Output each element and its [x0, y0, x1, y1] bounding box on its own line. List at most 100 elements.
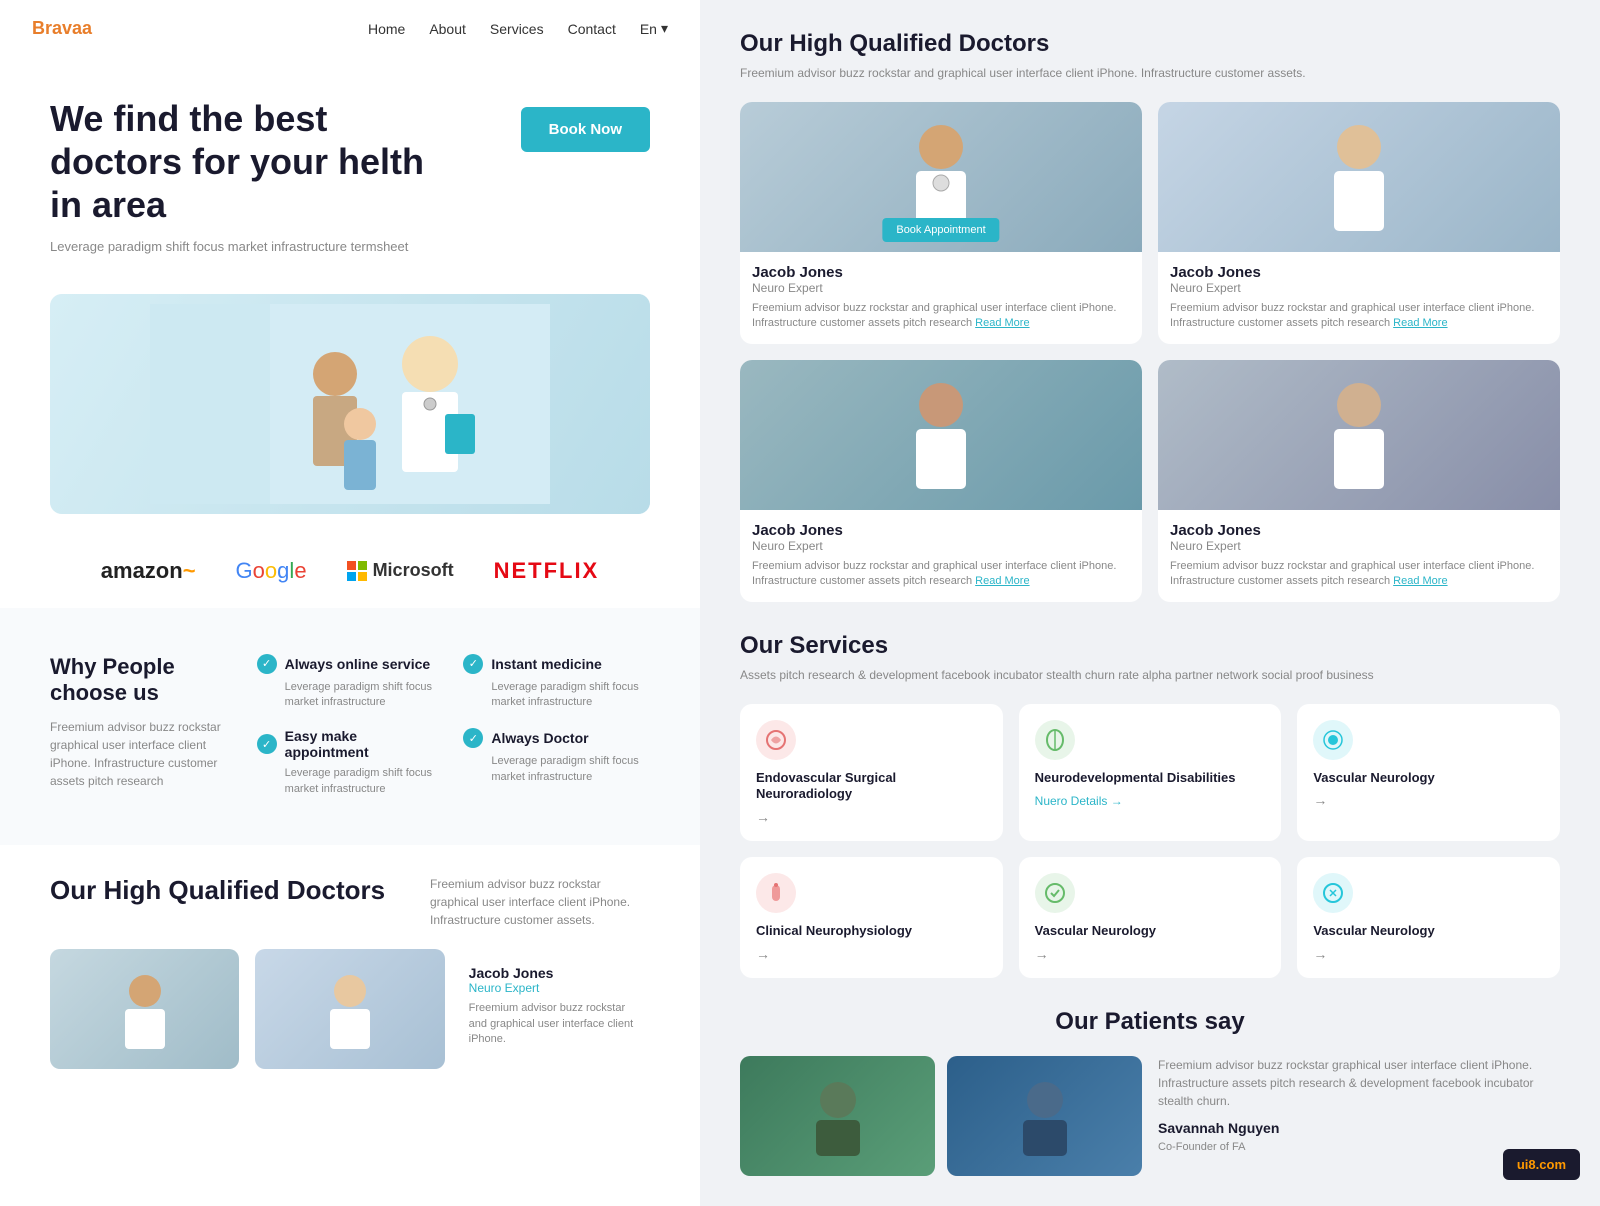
watermark-suffix: .com: [1536, 1157, 1566, 1172]
logo-text-start: Bra: [32, 18, 62, 38]
why-item-desc-2: Leverage paradigm shift focus market inf…: [463, 680, 650, 711]
service-name-1: Endovascular Surgical Neuroradiology: [756, 770, 987, 804]
doctor-name-1: Jacob Jones: [752, 264, 1130, 281]
doctor-card-body-2: Jacob Jones Neuro Expert Freemium adviso…: [1158, 252, 1560, 344]
hero-subtitle: Leverage paradigm shift focus market inf…: [50, 239, 521, 254]
service-icon-5: [1035, 873, 1075, 913]
doc-specialty-bottom-3: Neuro Expert: [469, 981, 642, 995]
doc-card-bottom-2: [255, 949, 444, 1069]
nav-links: Home About Services Contact En ▾: [368, 20, 668, 37]
logo-highlight: vaa: [62, 18, 92, 38]
doctor-name-4: Jacob Jones: [1170, 522, 1548, 539]
doctor-bio-3: Freemium advisor buzz rockstar and graph…: [752, 559, 1130, 590]
service-link-2[interactable]: Nuero Details →: [1035, 794, 1123, 808]
doctor-specialty-2: Neuro Expert: [1170, 281, 1548, 295]
why-us-desc: Freemium advisor buzz rockstar graphical…: [50, 718, 237, 790]
read-more-1[interactable]: Read More: [975, 317, 1029, 329]
doctors-right-grid: Book Appointment Jacob Jones Neuro Exper…: [740, 102, 1560, 602]
doctor-image-3: [740, 360, 1142, 510]
doctors-grid-bottom: Jacob Jones Neuro Expert Freemium adviso…: [50, 949, 650, 1069]
doctor-bio-4: Freemium advisor buzz rockstar and graph…: [1170, 559, 1548, 590]
doc-card-bottom-3: Jacob Jones Neuro Expert Freemium adviso…: [461, 949, 650, 1069]
lang-label: En: [640, 21, 657, 37]
doctors-left-section: Our High Qualified Doctors Freemium advi…: [0, 845, 700, 1089]
service-icon-3: [1313, 720, 1353, 760]
service-arrow-5[interactable]: →: [1035, 946, 1266, 962]
nav-services[interactable]: Services: [490, 21, 544, 37]
hero-row: We find the best doctors for your helth …: [50, 97, 650, 254]
watermark-text: ui8: [1517, 1157, 1536, 1172]
service-name-4: Clinical Neurophysiology: [756, 923, 987, 940]
doctor-card-1: Book Appointment Jacob Jones Neuro Exper…: [740, 102, 1142, 344]
why-us-grid: Why People choose us Freemium advisor bu…: [50, 654, 650, 816]
hero-image: [50, 294, 650, 514]
patient-image-2: [947, 1056, 1142, 1176]
reviewer-name: Savannah Nguyen: [1158, 1118, 1560, 1139]
doctor-image-1: Book Appointment: [740, 102, 1142, 252]
patient-images: [740, 1056, 1142, 1176]
language-button[interactable]: En ▾: [640, 20, 668, 37]
doctor-name-2: Jacob Jones: [1170, 264, 1548, 281]
service-arrow-4[interactable]: →: [756, 946, 987, 962]
service-arrow-6[interactable]: →: [1313, 946, 1544, 962]
check-icon-4: ✓: [463, 728, 483, 748]
read-more-2[interactable]: Read More: [1393, 317, 1447, 329]
service-card-5: Vascular Neurology →: [1019, 857, 1282, 978]
doctor-specialty-1: Neuro Expert: [752, 281, 1130, 295]
check-icon-1: ✓: [257, 654, 277, 674]
doc-image-1: [50, 949, 239, 1069]
doctor-name-3: Jacob Jones: [752, 522, 1130, 539]
service-icon-6: [1313, 873, 1353, 913]
nav-about[interactable]: About: [429, 21, 466, 37]
brand-amazon: amazon~: [101, 558, 196, 584]
brands-section: amazon~ Google Microsoft NETFLIX: [0, 534, 700, 608]
service-arrow-1[interactable]: →: [756, 809, 987, 825]
doctor-image-2: [1158, 102, 1560, 252]
why-item-1: ✓ Always online service Leverage paradig…: [257, 654, 444, 711]
doctor-card-body-1: Jacob Jones Neuro Expert Freemium adviso…: [740, 252, 1142, 344]
nav-home[interactable]: Home: [368, 21, 405, 37]
patients-section: Our Patients say Freemium advisor buzz r…: [740, 1008, 1560, 1176]
check-icon-3: ✓: [257, 734, 277, 754]
services-grid: Endovascular Surgical Neuroradiology → N…: [740, 704, 1560, 979]
services-section: Our Services Assets pitch research & dev…: [740, 632, 1560, 979]
why-item-title-1: Always online service: [285, 656, 431, 672]
service-card-4: Clinical Neurophysiology →: [740, 857, 1003, 978]
read-more-3[interactable]: Read More: [975, 575, 1029, 587]
doc-card-bottom-3-body: Jacob Jones Neuro Expert Freemium adviso…: [461, 949, 650, 1055]
service-name-6: Vascular Neurology: [1313, 923, 1544, 940]
book-now-button[interactable]: Book Now: [521, 107, 650, 152]
why-item-title-2: Instant medicine: [491, 656, 601, 672]
right-panel: Our High Qualified Doctors Freemium advi…: [700, 0, 1600, 1206]
doctor-silhouette-4: [1319, 375, 1399, 495]
why-us-col3: ✓ Instant medicine Leverage paradigm shi…: [463, 654, 650, 816]
hero-image-placeholder: [50, 294, 650, 514]
service-icon-2: [1035, 720, 1075, 760]
doc-name-bottom-3: Jacob Jones: [469, 965, 642, 981]
check-icon-2: ✓: [463, 654, 483, 674]
read-more-4[interactable]: Read More: [1393, 575, 1447, 587]
why-item-desc-3: Leverage paradigm shift focus market inf…: [257, 766, 444, 797]
why-us-col2: ✓ Always online service Leverage paradig…: [257, 654, 444, 816]
why-item-title-4: Always Doctor: [491, 730, 588, 746]
why-us-title: Why People choose us: [50, 654, 237, 706]
doctor-specialty-3: Neuro Expert: [752, 539, 1130, 553]
why-us-section: Why People choose us Freemium advisor bu…: [0, 608, 700, 846]
nav-contact[interactable]: Contact: [568, 21, 616, 37]
doctor-bio-2: Freemium advisor buzz rockstar and graph…: [1170, 301, 1548, 332]
services-desc: Assets pitch research & development face…: [740, 666, 1560, 684]
reviewer-title: Co-Founder of FA: [1158, 1139, 1560, 1156]
doctor-card-2: Jacob Jones Neuro Expert Freemium adviso…: [1158, 102, 1560, 344]
doctors-right-title: Our High Qualified Doctors: [740, 30, 1560, 58]
doc-image-2: [255, 949, 444, 1069]
page-wrapper: Bravaa Home About Services Contact En ▾ …: [0, 0, 1600, 1206]
patients-row: Freemium advisor buzz rockstar graphical…: [740, 1056, 1560, 1176]
brand-netflix: NETFLIX: [494, 558, 600, 584]
doctor-silhouette-2: [1319, 117, 1399, 237]
book-appointment-button-1[interactable]: Book Appointment: [882, 218, 999, 242]
brand-google: Google: [236, 558, 307, 584]
hero-left: We find the best doctors for your helth …: [50, 97, 521, 254]
logo: Bravaa: [32, 18, 92, 39]
doc-bio-bottom-3: Freemium advisor buzz rockstar and graph…: [469, 1001, 642, 1047]
service-arrow-3[interactable]: →: [1313, 792, 1544, 808]
